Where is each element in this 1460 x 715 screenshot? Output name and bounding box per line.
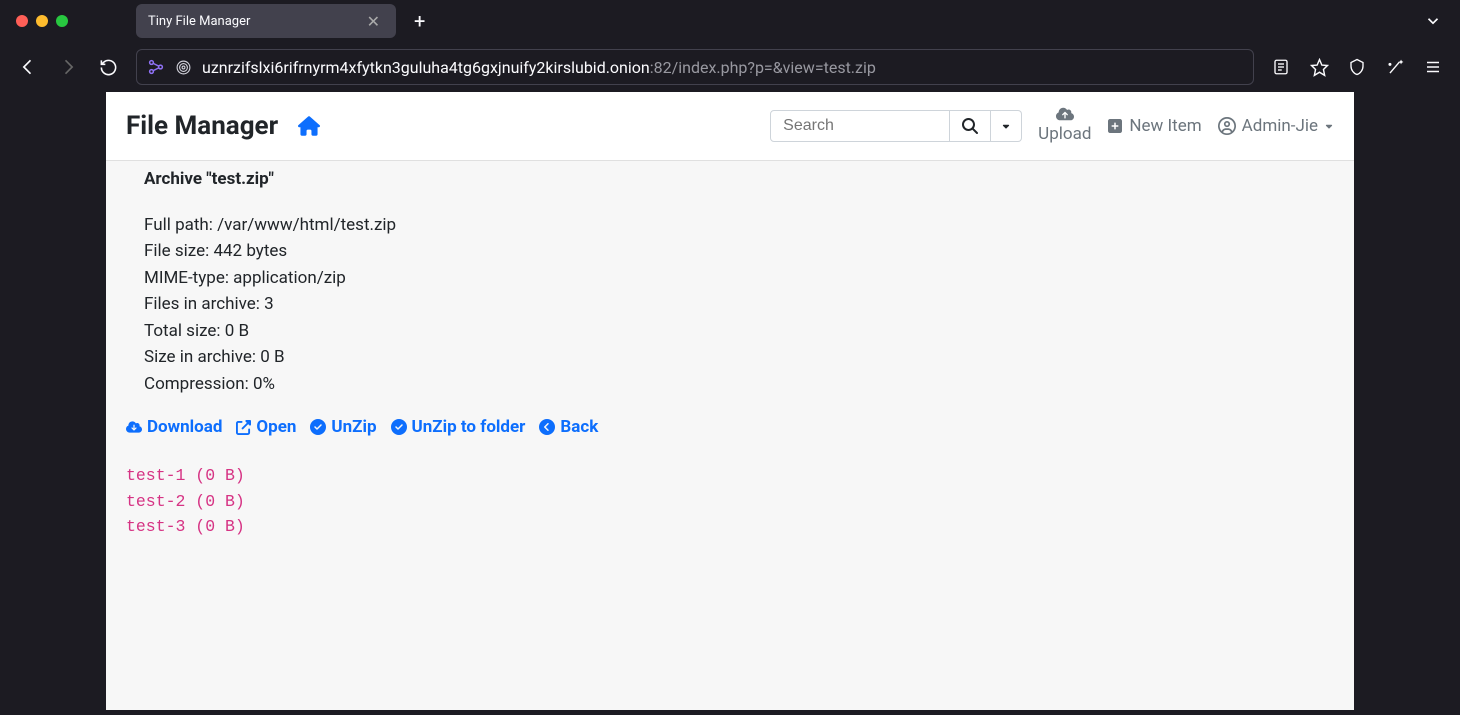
bookmark-icon[interactable] <box>1302 50 1336 84</box>
archive-entry: test-2 (0 B) <box>126 489 1316 515</box>
onion-site-icon <box>175 59 192 76</box>
search-button[interactable] <box>950 110 991 142</box>
address-bar[interactable]: uznrzifslxi6rifrnyrm4xfytkn3guluha4tg6gx… <box>136 49 1254 85</box>
browser-tab[interactable]: Tiny File Manager ✕ <box>136 4 396 38</box>
user-menu[interactable]: Admin-Jie <box>1218 116 1334 136</box>
search-dropdown-button[interactable] <box>991 110 1022 142</box>
unzip-label: UnZip <box>331 417 376 437</box>
archive-title: Archive "test.zip" <box>144 169 1316 189</box>
total-size-line: Total size: 0 B <box>144 319 1316 345</box>
mime-type-line: MIME-type: application/zip <box>144 266 1316 292</box>
back-label: Back <box>560 417 598 437</box>
open-label: Open <box>256 417 296 437</box>
app-brand[interactable]: File Manager <box>126 111 278 141</box>
full-path-line: Full path: /var/www/html/test.zip <box>144 213 1316 239</box>
reader-mode-icon[interactable] <box>1264 50 1298 84</box>
unzip-folder-link[interactable]: UnZip to folder <box>391 417 526 437</box>
header-right: Upload New Item Admin-Jie <box>770 105 1334 147</box>
archive-entry: test-3 (0 B) <box>126 514 1316 540</box>
window-minimize-button[interactable] <box>36 15 48 27</box>
upload-link[interactable]: Upload <box>1038 105 1091 147</box>
search-group <box>770 110 1022 142</box>
shield-icon[interactable] <box>1340 50 1374 84</box>
action-links: Download Open UnZip UnZip to folder Back <box>126 417 1316 437</box>
back-button[interactable] <box>10 49 46 85</box>
url-domain: uznrzifslxi6rifrnyrm4xfytkn3guluha4tg6gx… <box>202 58 650 77</box>
tab-bar: Tiny File Manager ✕ + <box>0 0 1460 42</box>
open-link[interactable]: Open <box>236 417 296 437</box>
url-path: :82/index.php?p=&view=test.zip <box>650 58 876 77</box>
size-in-archive-line: Size in archive: 0 B <box>144 345 1316 371</box>
sparkle-icon[interactable] <box>1378 50 1412 84</box>
search-input[interactable] <box>770 110 950 142</box>
url-text: uznrzifslxi6rifrnyrm4xfytkn3guluha4tg6gx… <box>202 58 1243 77</box>
close-tab-button[interactable]: ✕ <box>363 10 384 33</box>
unzip-link[interactable]: UnZip <box>310 417 376 437</box>
unzip-folder-label: UnZip to folder <box>412 417 526 437</box>
window-close-button[interactable] <box>16 15 28 27</box>
hamburger-menu-icon[interactable] <box>1416 50 1450 84</box>
tor-circuit-icon[interactable] <box>147 58 165 76</box>
window-controls <box>16 15 68 27</box>
browser-chrome: Tiny File Manager ✕ + uznrzifslxi6rifrny… <box>0 0 1460 92</box>
tabs-dropdown-button[interactable] <box>1424 12 1442 30</box>
file-info-body: Archive "test.zip" Full path: /var/www/h… <box>106 161 1354 548</box>
download-link[interactable]: Download <box>126 417 222 437</box>
app-header: File Manager Upload <box>106 92 1354 161</box>
file-size-line: File size: 442 bytes <box>144 239 1316 265</box>
content-viewport: File Manager Upload <box>0 92 1460 710</box>
new-tab-button[interactable]: + <box>404 5 435 37</box>
back-link[interactable]: Back <box>539 417 598 437</box>
new-item-link[interactable]: New Item <box>1107 116 1201 136</box>
reload-button[interactable] <box>90 49 126 85</box>
address-bar-row: uznrzifslxi6rifrnyrm4xfytkn3guluha4tg6gx… <box>0 42 1460 92</box>
compression-line: Compression: 0% <box>144 372 1316 398</box>
files-in-archive-line: Files in archive: 3 <box>144 292 1316 318</box>
archive-entry: test-1 (0 B) <box>126 463 1316 489</box>
archive-contents: test-1 (0 B) test-2 (0 B) test-3 (0 B) <box>126 463 1316 540</box>
home-icon[interactable] <box>298 115 320 137</box>
tab-title: Tiny File Manager <box>148 14 355 29</box>
new-item-label: New Item <box>1129 116 1201 136</box>
user-label: Admin-Jie <box>1242 116 1318 136</box>
page-content: File Manager Upload <box>106 92 1354 710</box>
window-maximize-button[interactable] <box>56 15 68 27</box>
forward-button[interactable] <box>50 49 86 85</box>
upload-label: Upload <box>1038 123 1091 147</box>
download-label: Download <box>147 417 222 437</box>
